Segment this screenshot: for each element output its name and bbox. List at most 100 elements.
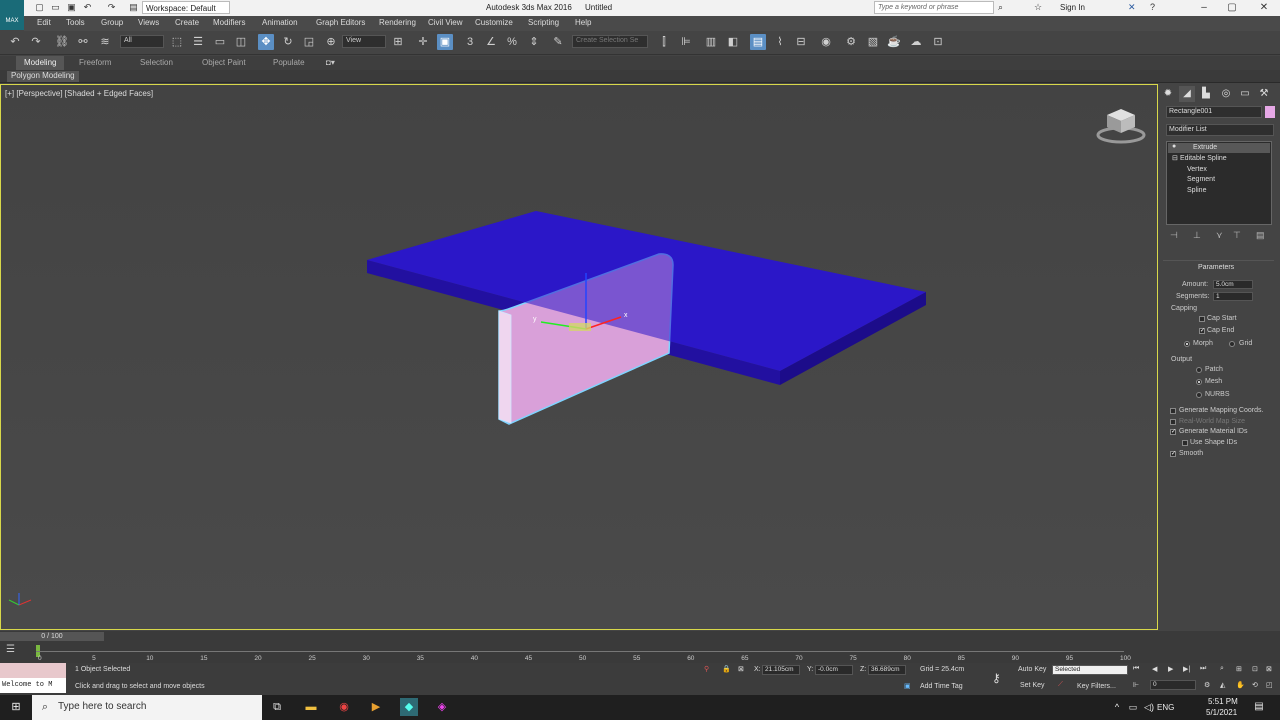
nurbs-radio[interactable]: [1196, 392, 1202, 398]
render-production-icon[interactable]: ☕: [886, 34, 902, 50]
time-tag-icon[interactable]: ▣: [904, 682, 911, 690]
previous-frame-icon[interactable]: ◀: [1152, 665, 1157, 673]
configure-modifier-sets-icon[interactable]: ▤: [1256, 230, 1265, 241]
menu-animation[interactable]: Animation: [262, 18, 298, 27]
menu-views[interactable]: Views: [138, 18, 159, 27]
add-time-tag[interactable]: Add Time Tag: [920, 683, 963, 690]
key-filters-button[interactable]: Key Filters...: [1077, 683, 1116, 690]
menu-civil-view[interactable]: Civil View: [428, 18, 463, 27]
notification-icon[interactable]: ▤: [1250, 698, 1268, 716]
segments-spinner[interactable]: 1: [1213, 292, 1253, 301]
grid-radio[interactable]: [1229, 341, 1235, 347]
percent-snap-icon[interactable]: %: [504, 34, 520, 50]
language-indicator[interactable]: ENG: [1157, 703, 1174, 712]
3dsmax-taskbar-icon[interactable]: ◆: [400, 698, 418, 716]
menu-create[interactable]: Create: [175, 18, 199, 27]
maxscript-listener-top[interactable]: [0, 663, 66, 678]
real-world-map-checkbox[interactable]: [1170, 419, 1176, 425]
redo-quick-icon[interactable]: ↷: [106, 2, 117, 13]
view-cube-icon[interactable]: [1096, 109, 1146, 144]
go-to-end-icon[interactable]: ⏭: [1200, 665, 1206, 673]
play-icon[interactable]: ▶: [1168, 665, 1173, 673]
modify-tab-icon[interactable]: ◢: [1179, 86, 1195, 102]
select-and-rotate-icon[interactable]: ↻: [280, 34, 296, 50]
zoom-extents-icon[interactable]: ⊡: [1252, 665, 1258, 673]
modifier-list-dropdown[interactable]: Modifier List: [1166, 124, 1274, 136]
pivot-center-icon[interactable]: ⊞: [390, 34, 406, 50]
menu-rendering[interactable]: Rendering: [379, 18, 416, 27]
lightbulb-icon[interactable]: ●: [1172, 143, 1176, 150]
close-button[interactable]: ✕: [1250, 0, 1278, 16]
save-icon[interactable]: ▣: [66, 2, 77, 13]
go-to-start-icon[interactable]: ⏮: [1133, 665, 1139, 673]
key-icon[interactable]: ⚷: [992, 671, 1001, 685]
curve-editor-icon[interactable]: ⌇: [772, 34, 788, 50]
menu-edit[interactable]: Edit: [37, 18, 51, 27]
tab-selection[interactable]: Selection: [140, 58, 173, 67]
perspective-viewport[interactable]: [+] [Perspective] [Shaded + Edged Faces]…: [0, 84, 1158, 630]
smooth-checkbox[interactable]: ✓: [1170, 451, 1176, 457]
zoom-all-icon[interactable]: ⊞: [1236, 665, 1242, 673]
tab-freeform[interactable]: Freeform: [79, 58, 111, 67]
file-explorer-icon[interactable]: ▬: [302, 698, 320, 716]
redo-icon[interactable]: ↷: [28, 34, 44, 50]
next-frame-icon[interactable]: ▶|: [1183, 665, 1190, 673]
time-slider[interactable]: 0 / 100: [0, 632, 104, 641]
new-file-icon[interactable]: ▢: [34, 2, 45, 13]
stack-item-vertex[interactable]: Vertex: [1187, 166, 1207, 173]
select-by-name-icon[interactable]: ☰: [190, 34, 206, 50]
select-and-move-icon[interactable]: ✥: [258, 34, 274, 50]
pin-stack-icon[interactable]: ⊣: [1170, 230, 1178, 241]
angle-snap-icon[interactable]: ∠: [483, 34, 499, 50]
link-icon[interactable]: ⛓: [54, 34, 70, 50]
show-end-result-icon[interactable]: ⊥: [1193, 230, 1201, 241]
tab-object-paint[interactable]: Object Paint: [202, 58, 246, 67]
select-manipulate-icon[interactable]: ✛: [415, 34, 431, 50]
expand-icon[interactable]: ⊟: [1172, 154, 1178, 162]
pan-icon[interactable]: ✋: [1236, 681, 1245, 689]
windows-start-icon[interactable]: ⊞: [7, 698, 25, 716]
time-configuration-icon[interactable]: ⚙: [1204, 681, 1210, 689]
chrome-icon[interactable]: ◉: [335, 698, 353, 716]
unlink-icon[interactable]: ⚯: [75, 34, 91, 50]
set-key-icon[interactable]: ⟋: [1058, 681, 1063, 689]
remove-modifier-icon[interactable]: ⊤: [1233, 230, 1241, 241]
workspace-dropdown[interactable]: Workspace: Default: [142, 1, 230, 14]
selected-set-dropdown[interactable]: Selected: [1052, 665, 1128, 675]
patch-radio[interactable]: [1196, 367, 1202, 373]
open-file-icon[interactable]: ▭: [50, 2, 61, 13]
edit-named-sets-icon[interactable]: ✎: [550, 34, 566, 50]
toggle-ribbon-icon[interactable]: ▤: [750, 34, 766, 50]
maximize-button[interactable]: ▢: [1218, 0, 1246, 16]
undo-icon[interactable]: ↶: [7, 34, 23, 50]
zoom-icon[interactable]: ⌕: [1220, 665, 1224, 673]
make-unique-icon[interactable]: ⋎: [1216, 230, 1223, 241]
menu-modifiers[interactable]: Modifiers: [213, 18, 245, 27]
utilities-tab-icon[interactable]: ⚒: [1256, 86, 1272, 102]
toggle-layer-explorer-icon[interactable]: ◧: [725, 34, 741, 50]
render-iterative-icon[interactable]: ☁: [908, 34, 924, 50]
tray-volume-icon[interactable]: ◁): [1140, 698, 1158, 716]
menu-customize[interactable]: Customize: [475, 18, 513, 27]
material-editor-icon[interactable]: ◉: [818, 34, 834, 50]
window-crossing-icon[interactable]: ◫: [233, 34, 249, 50]
object-color-swatch[interactable]: [1265, 106, 1275, 118]
menu-graph-editors[interactable]: Graph Editors: [316, 18, 365, 27]
y-coord-field[interactable]: -0.0cm: [815, 665, 853, 675]
help-search-input[interactable]: Type a keyword or phrase: [874, 1, 994, 14]
field-of-view-icon[interactable]: ◭: [1220, 681, 1225, 689]
render-setup-icon[interactable]: ⚙: [843, 34, 859, 50]
stack-item-editable-spline[interactable]: Editable Spline: [1180, 155, 1227, 162]
use-shape-ids-checkbox[interactable]: [1182, 440, 1188, 446]
project-folder-icon[interactable]: ▤: [128, 2, 139, 13]
set-key-button[interactable]: Set Key: [1020, 682, 1045, 689]
maxscript-listener[interactable]: Welcome to M: [0, 678, 66, 693]
morph-radio[interactable]: [1184, 341, 1190, 347]
sign-in-link[interactable]: Sign In: [1060, 3, 1085, 12]
motion-tab-icon[interactable]: ◎: [1218, 86, 1234, 102]
track-bar[interactable]: [36, 651, 1124, 652]
help-icon[interactable]: ?: [1150, 2, 1155, 12]
absolute-mode-icon[interactable]: ⊠: [738, 665, 744, 673]
menu-help[interactable]: Help: [575, 18, 591, 27]
orbit-icon[interactable]: ⟲: [1252, 681, 1258, 689]
